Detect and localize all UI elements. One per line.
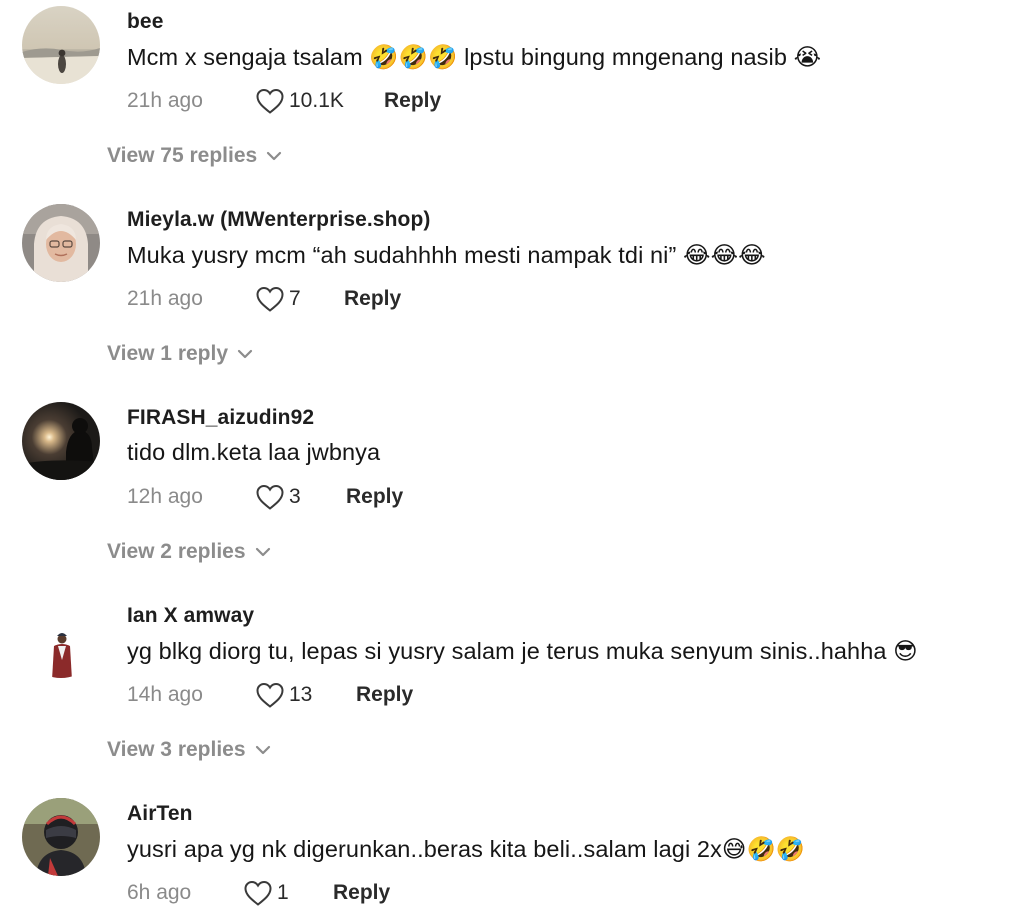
comment-timestamp: 21h ago [127,287,203,310]
comment-timestamp: 6h ago [127,881,192,904]
like-button[interactable]: 10.1K [255,87,384,115]
view-replies-label: View 75 replies [107,144,258,167]
view-replies-button[interactable]: View 3 replies [107,738,272,762]
view-replies-label: View 1 reply [107,342,229,365]
chevron-down-icon [246,546,272,558]
like-button[interactable]: 13 [255,681,356,709]
heart-outline-icon [243,879,273,907]
comment-timestamp: 14h ago [127,683,203,706]
comment-text: Muka yusry mcm “ah sudahhhh mesti nampak… [127,242,766,268]
view-replies-button[interactable]: View 1 reply [107,342,254,366]
view-replies-label: View 3 replies [107,738,246,761]
chevron-down-icon [228,348,254,360]
like-count: 3 [289,485,301,508]
comment-item: Ian X amway yg blkg diorg tu, lepas si y… [0,594,1024,774]
comment-meta: 21h ago 10.1K Reply [127,86,441,116]
avatar[interactable] [22,798,100,876]
comment-text: tido dlm.keta laa jwbnya [127,439,381,465]
like-count: 7 [289,287,301,310]
reply-button[interactable]: Reply [346,485,403,509]
avatar[interactable] [22,402,100,480]
avatar[interactable] [22,600,100,678]
heart-outline-icon [255,483,285,511]
comment-username[interactable]: Mieyla.w (MWenterprise.shop) [127,208,430,232]
view-replies-button[interactable]: View 2 replies [107,540,272,564]
avatar[interactable] [22,204,100,282]
comment-timestamp: 21h ago [127,89,203,112]
like-button[interactable]: 3 [255,483,346,511]
comment-item: Mieyla.w (MWenterprise.shop) Muka yusry … [0,198,1024,378]
comment-meta: 14h ago 13 Reply [127,680,413,710]
like-count: 13 [289,683,313,706]
like-button[interactable]: 1 [243,879,333,907]
like-count: 10.1K [289,89,344,112]
reply-button[interactable]: Reply [356,683,413,707]
reply-button[interactable]: Reply [333,881,390,905]
comment-item: AirTen yusri apa yg nk digerunkan..beras… [0,792,1024,910]
comment-text: yusri apa yg nk digerunkan..beras kita b… [127,836,806,862]
heart-outline-icon [255,681,285,709]
comment-timestamp: 12h ago [127,485,203,508]
comment-text: yg blkg diorg tu, lepas si yusry salam j… [127,638,918,664]
comment-meta: 12h ago 3 Reply [127,482,403,512]
comment-username[interactable]: bee [127,10,164,34]
comment-meta: 21h ago 7 Reply [127,284,401,314]
comment-username[interactable]: AirTen [127,802,193,826]
view-replies-button[interactable]: View 75 replies [107,144,283,168]
comment-username[interactable]: FIRASH_aizudin92 [127,406,314,430]
view-replies-label: View 2 replies [107,540,246,563]
like-count: 1 [277,881,289,904]
heart-outline-icon [255,87,285,115]
comment-text: Mcm x sengaja tsalam 🤣🤣🤣 lpstu bingung m… [127,44,822,70]
like-button[interactable]: 7 [255,285,344,313]
heart-outline-icon [255,285,285,313]
comment-item: FIRASH_aizudin92 tido dlm.keta laa jwbny… [0,396,1024,576]
chevron-down-icon [246,744,272,756]
reply-button[interactable]: Reply [344,287,401,311]
comment-meta: 6h ago 1 Reply [127,878,390,908]
reply-button[interactable]: Reply [384,89,441,113]
comment-username[interactable]: Ian X amway [127,604,254,628]
avatar[interactable] [22,6,100,84]
comment-item: bee Mcm x sengaja tsalam 🤣🤣🤣 lpstu bingu… [0,0,1024,180]
chevron-down-icon [257,150,283,162]
